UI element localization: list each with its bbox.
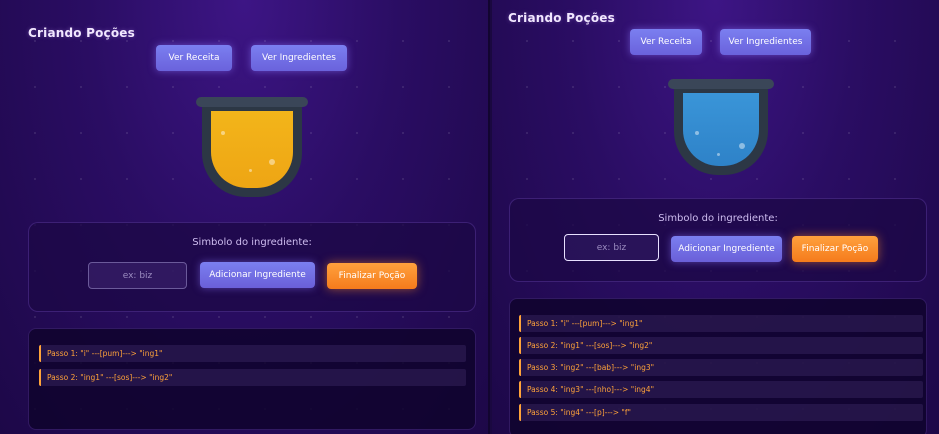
potion-liquid xyxy=(211,111,293,188)
ingredient-symbol-input[interactable] xyxy=(88,262,187,289)
ingredient-symbol-label: Simbolo do ingrediente: xyxy=(658,213,778,224)
bubble xyxy=(221,131,225,135)
bubble xyxy=(269,159,275,165)
bubble xyxy=(717,153,720,156)
view-recipe-button[interactable]: Ver Receita xyxy=(156,45,232,71)
right-app-panel: Criando Poções Ver Receita Ver Ingredien… xyxy=(492,0,939,434)
app-title: Criando Poções xyxy=(28,26,135,40)
steps-log: Passo 1: "i" ---[pum]---> "ing1" Passo 2… xyxy=(28,328,476,430)
bubble xyxy=(695,131,699,135)
ingredient-controls: Simbolo do ingrediente: Adicionar Ingred… xyxy=(28,222,476,312)
ingredient-controls: Simbolo do ingrediente: Adicionar Ingred… xyxy=(509,198,927,282)
steps-log: Passo 1: "i" ---[pum]---> "ing1" Passo 2… xyxy=(509,298,927,434)
cauldron xyxy=(196,97,308,197)
step-item: Passo 5: "ing4" ---[p]---> "f" xyxy=(519,404,923,421)
ingredient-symbol-label: Simbolo do ingrediente: xyxy=(192,237,312,248)
app-title: Criando Poções xyxy=(508,11,615,25)
add-ingredient-button[interactable]: Adicionar Ingrediente xyxy=(671,236,782,262)
finish-potion-button[interactable]: Finalizar Poção xyxy=(792,236,878,262)
cauldron-body xyxy=(202,107,302,197)
cauldron-rim xyxy=(196,97,308,107)
add-ingredient-button[interactable]: Adicionar Ingrediente xyxy=(200,262,315,288)
view-recipe-button[interactable]: Ver Receita xyxy=(630,29,702,55)
step-item: Passo 2: "ing1" ---[sos]---> "ing2" xyxy=(519,337,923,354)
ingredient-symbol-input[interactable] xyxy=(564,234,659,261)
cauldron-body xyxy=(674,89,768,175)
left-app-panel: Criando Poções Ver Receita Ver Ingredien… xyxy=(0,0,490,434)
cauldron-rim xyxy=(668,79,774,89)
step-item: Passo 1: "i" ---[pum]---> "ing1" xyxy=(39,345,466,362)
cauldron xyxy=(668,79,774,175)
bubble xyxy=(739,143,745,149)
step-item: Passo 2: "ing1" ---[sos]---> "ing2" xyxy=(39,369,466,386)
view-ingredients-button[interactable]: Ver Ingredientes xyxy=(720,29,811,55)
step-item: Passo 1: "i" ---[pum]---> "ing1" xyxy=(519,315,923,332)
bubble xyxy=(249,169,252,172)
step-item: Passo 4: "ing3" ---[nho]---> "ing4" xyxy=(519,381,923,398)
potion-liquid xyxy=(683,93,759,166)
step-item: Passo 3: "ing2" ---[bab]---> "ing3" xyxy=(519,359,923,376)
view-ingredients-button[interactable]: Ver Ingredientes xyxy=(251,45,347,71)
finish-potion-button[interactable]: Finalizar Poção xyxy=(327,263,417,289)
